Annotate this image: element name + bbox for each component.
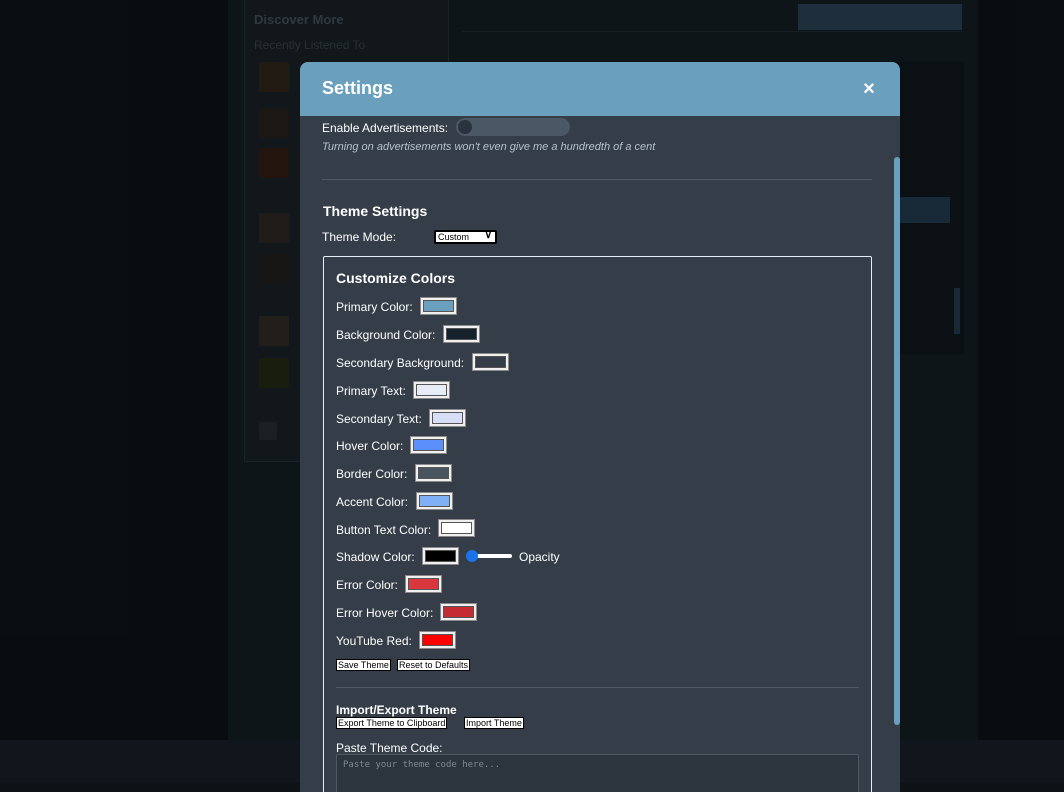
error-hover-color-picker[interactable]	[440, 603, 477, 621]
swatch-fill	[425, 550, 456, 562]
hover-color-picker[interactable]	[410, 436, 447, 454]
import-export-title: Import/Export Theme	[336, 703, 457, 717]
swatch-fill	[423, 300, 454, 312]
swatch-fill	[416, 384, 447, 396]
swatch-fill	[418, 467, 449, 479]
swatch-fill	[422, 634, 453, 646]
reset-defaults-button[interactable]: Reset to Defaults	[397, 659, 471, 671]
toggle-knob	[458, 120, 472, 134]
save-theme-button[interactable]: Save Theme	[336, 659, 391, 671]
primary-text-picker[interactable]	[413, 381, 450, 399]
opacity-slider-knob[interactable]	[466, 550, 478, 562]
accent-color-label: Accent Color:	[336, 495, 409, 509]
ads-label: Enable Advertisements:	[322, 121, 449, 135]
modal-title: Settings	[322, 78, 394, 98]
shadow-color-picker[interactable]	[422, 547, 459, 565]
import-theme-button[interactable]: Import Theme	[464, 717, 524, 729]
primary-color-picker[interactable]	[420, 297, 457, 315]
scrollbar-thumb[interactable]	[894, 157, 900, 725]
opacity-label: Opacity	[519, 550, 560, 564]
paste-theme-label: Paste Theme Code:	[336, 741, 443, 755]
error-color-picker[interactable]	[405, 575, 442, 593]
secondary-background-label: Secondary Background:	[336, 356, 465, 370]
swatch-fill	[419, 495, 450, 507]
theme-mode-value: Custom	[438, 232, 470, 242]
close-button[interactable]: ×	[860, 78, 878, 100]
button-text-color-picker[interactable]	[438, 519, 475, 537]
opacity-slider[interactable]	[466, 550, 512, 562]
divider	[322, 179, 872, 180]
primary-color-label: Primary Color:	[336, 300, 413, 314]
swatch-fill	[408, 578, 439, 590]
export-theme-button[interactable]: Export Theme to Clipboard	[336, 717, 448, 729]
swatch-fill	[413, 439, 444, 451]
secondary-background-picker[interactable]	[472, 353, 509, 371]
swatch-fill	[446, 328, 477, 340]
border-color-label: Border Color:	[336, 467, 408, 481]
theme-mode-select[interactable]: Custom ∨	[434, 230, 497, 244]
settings-modal: Settings × Enable Advertisements: Turnin…	[300, 62, 900, 792]
customize-colors-title: Customize Colors	[336, 270, 456, 286]
shadow-color-label: Shadow Color:	[336, 550, 415, 564]
swatch-fill	[432, 412, 463, 424]
customize-colors-panel: Customize Colors Primary Color: Backgrou…	[323, 256, 872, 792]
swatch-fill	[475, 356, 506, 368]
hover-color-label: Hover Color:	[336, 439, 404, 453]
background-color-label: Background Color:	[336, 328, 436, 342]
secondary-text-picker[interactable]	[429, 409, 466, 427]
primary-text-label: Primary Text:	[336, 384, 406, 398]
background-color-picker[interactable]	[443, 325, 480, 343]
theme-code-textarea[interactable]: Paste your theme code here...	[336, 754, 859, 792]
theme-settings-title: Theme Settings	[323, 203, 428, 219]
youtube-red-picker[interactable]	[419, 631, 456, 649]
accent-color-picker[interactable]	[416, 492, 453, 510]
ads-note: Turning on advertisements won't even giv…	[322, 141, 656, 153]
button-text-color-label: Button Text Color:	[336, 523, 432, 537]
error-color-label: Error Color:	[336, 578, 399, 592]
modal-header: Settings ×	[300, 62, 900, 116]
theme-mode-label: Theme Mode:	[322, 230, 397, 244]
divider	[336, 687, 859, 688]
youtube-red-label: YouTube Red:	[336, 634, 412, 648]
secondary-text-label: Secondary Text:	[336, 412, 422, 426]
close-icon: ×	[863, 78, 875, 100]
chevron-down-icon: ∨	[484, 230, 492, 241]
swatch-fill	[443, 606, 474, 618]
error-hover-color-label: Error Hover Color:	[336, 606, 434, 620]
swatch-fill	[441, 522, 472, 534]
textarea-placeholder: Paste your theme code here...	[343, 760, 501, 770]
ads-toggle[interactable]	[456, 118, 570, 136]
border-color-picker[interactable]	[415, 464, 452, 482]
